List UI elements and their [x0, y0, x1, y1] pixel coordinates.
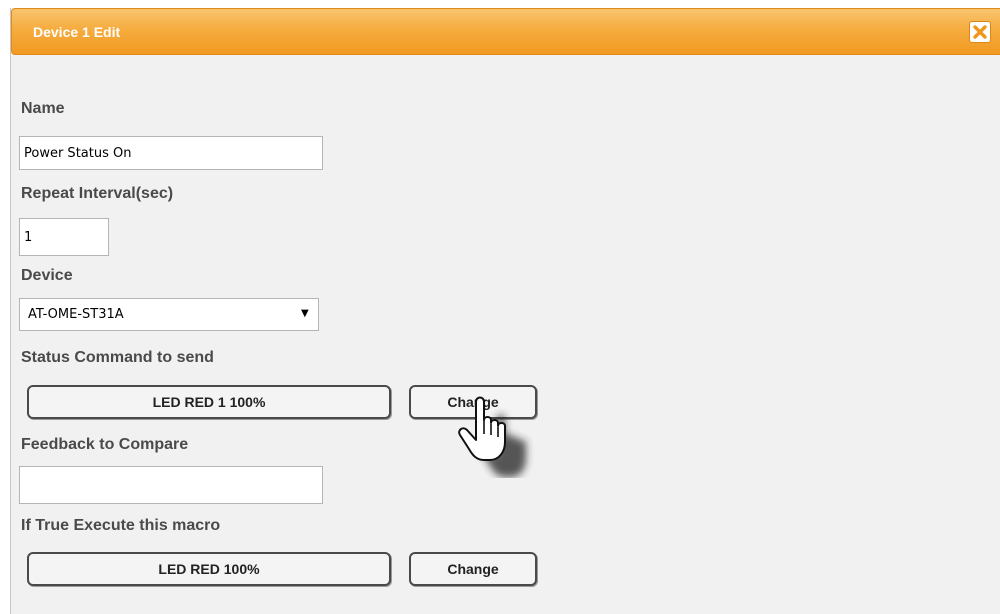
status-command-button[interactable]: LED RED 1 100% [27, 385, 391, 419]
macro-button[interactable]: LED RED 100% [27, 552, 391, 586]
dropdown-arrow-icon: ▼ [301, 308, 309, 319]
dialog-title: Device 1 Edit [33, 24, 121, 40]
close-button[interactable] [969, 21, 991, 43]
name-label: Name [21, 100, 65, 117]
repeat-interval-label: Repeat Interval(sec) [21, 185, 174, 202]
macro-change-button[interactable]: Change [409, 552, 537, 586]
feedback-input[interactable] [19, 466, 323, 504]
feedback-label: Feedback to Compare [21, 436, 189, 453]
device-label: Device [21, 267, 73, 284]
macro-label: If True Execute this macro [21, 517, 221, 534]
dialog-titlebar[interactable]: Device 1 Edit [11, 8, 1000, 55]
repeat-interval-input[interactable] [19, 218, 109, 256]
status-command-label: Status Command to send [21, 349, 214, 366]
close-icon [973, 25, 987, 39]
status-change-button[interactable]: Change [409, 385, 537, 419]
device-select[interactable]: AT-OME-ST31A ▼ [19, 298, 319, 331]
device-select-value: AT-OME-ST31A [28, 307, 124, 322]
name-input[interactable] [19, 136, 323, 170]
